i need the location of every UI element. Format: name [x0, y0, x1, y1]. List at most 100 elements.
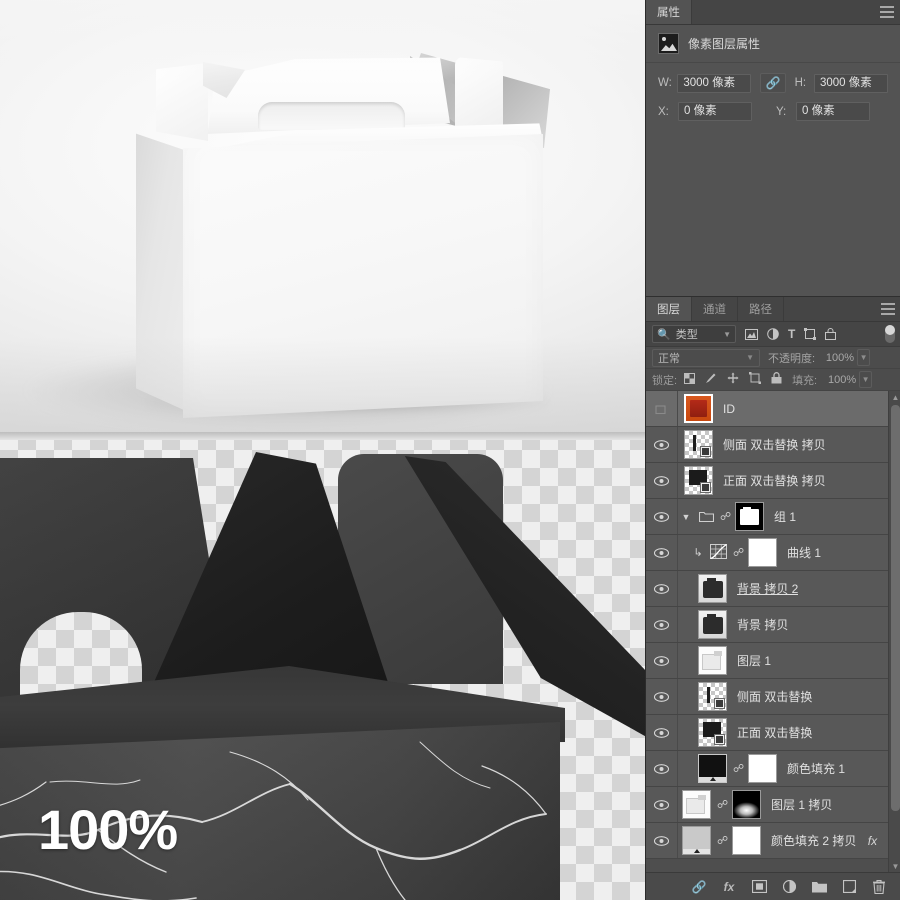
table-row[interactable]: ☍ 图层 1 拷贝: [646, 787, 900, 823]
new-layer-icon[interactable]: [841, 879, 857, 895]
blend-mode-select[interactable]: 正常 ▼: [652, 348, 760, 367]
table-row[interactable]: 正面 双击替换: [646, 715, 900, 751]
layer-name[interactable]: 正面 双击替换 拷贝: [719, 472, 826, 489]
add-layer-style-icon[interactable]: fx: [721, 879, 737, 895]
pixel-filter-icon[interactable]: [745, 328, 758, 340]
layer-visibility-toggle[interactable]: [646, 499, 678, 534]
layer-thumbnail[interactable]: [698, 610, 727, 639]
curves-adjustment-icon[interactable]: [710, 543, 727, 562]
layer-mask-thumbnail[interactable]: [748, 754, 777, 783]
x-input[interactable]: 0 像素: [678, 102, 752, 121]
shape-filter-icon[interactable]: [804, 328, 817, 340]
layer-mask-thumbnail[interactable]: [735, 502, 764, 531]
layer-fx-indicator[interactable]: fx: [868, 834, 881, 848]
link-icon[interactable]: ☍: [733, 546, 744, 559]
layer-visibility-toggle[interactable]: [646, 643, 678, 678]
layer-name[interactable]: 颜色填充 1: [783, 760, 845, 777]
layer-name[interactable]: 颜色填充 2 拷贝: [767, 832, 856, 849]
layer-visibility-toggle[interactable]: [646, 751, 678, 786]
link-icon[interactable]: 🔗: [760, 73, 786, 93]
fill-stepper-caret[interactable]: ▼: [859, 371, 873, 388]
layer-visibility-toggle[interactable]: [646, 571, 678, 606]
layer-thumbnail[interactable]: [698, 646, 727, 675]
table-row[interactable]: ID: [646, 391, 900, 427]
layer-name[interactable]: 图层 1: [733, 652, 771, 669]
fill-value[interactable]: 100%: [819, 371, 859, 388]
layer-thumbnail[interactable]: [684, 430, 713, 459]
layer-thumbnail[interactable]: [684, 394, 713, 423]
layer-visibility-toggle[interactable]: [646, 607, 678, 642]
chevron-down-icon[interactable]: ▼: [889, 860, 900, 872]
layer-thumbnail[interactable]: [684, 466, 713, 495]
layer-visibility-toggle[interactable]: [646, 535, 678, 570]
lock-artboard-nesting-icon[interactable]: [749, 372, 762, 387]
lock-image-pixels-icon[interactable]: [705, 372, 717, 387]
layer-name[interactable]: 侧面 双击替换 拷贝: [719, 436, 826, 453]
layer-name[interactable]: 背景 拷贝: [733, 616, 788, 633]
layer-thumbnail[interactable]: [698, 718, 727, 747]
table-row[interactable]: 侧面 双击替换 拷贝: [646, 427, 900, 463]
layer-list-scrollbar[interactable]: ▲ ▼: [888, 391, 900, 872]
layer-visibility-toggle[interactable]: [646, 787, 678, 822]
tab-channels[interactable]: 通道: [692, 297, 738, 321]
layer-visibility-toggle[interactable]: [646, 823, 678, 858]
layer-thumbnail[interactable]: [698, 682, 727, 711]
layer-list[interactable]: ID 侧面 双击替换 拷贝 正面 双击替换 拷贝 ▼ ☍ 组 1 ↳ ☍ 曲线 …: [646, 391, 900, 872]
table-row[interactable]: ☍ 颜色填充 2 拷贝 fx ▲: [646, 823, 900, 859]
table-row[interactable]: 背景 拷贝 2: [646, 571, 900, 607]
table-row[interactable]: 正面 双击替换 拷贝: [646, 463, 900, 499]
properties-panel-menu-icon[interactable]: [880, 6, 894, 18]
y-input[interactable]: 0 像素: [796, 102, 870, 121]
opacity-value[interactable]: 100%: [817, 349, 857, 366]
layer-thumbnail[interactable]: [698, 574, 727, 603]
layer-visibility-toggle[interactable]: [646, 715, 678, 750]
layer-visibility-toggle[interactable]: [646, 679, 678, 714]
link-layers-icon[interactable]: 🔗: [691, 879, 707, 895]
layer-name[interactable]: 图层 1 拷贝: [767, 796, 832, 813]
layer-mask-thumbnail[interactable]: [748, 538, 777, 567]
link-icon[interactable]: ☍: [717, 834, 728, 847]
delete-layer-icon[interactable]: [871, 879, 887, 895]
lock-position-icon[interactable]: [727, 372, 739, 387]
layer-visibility-toggle[interactable]: [646, 463, 678, 498]
filter-toggle-switch[interactable]: [885, 325, 895, 343]
chevron-up-icon[interactable]: ▲: [889, 391, 900, 403]
width-input[interactable]: 3000 像素: [677, 73, 752, 93]
scrollbar-thumb[interactable]: [891, 405, 900, 811]
table-row[interactable]: ☍ 颜色填充 1: [646, 751, 900, 787]
layer-visibility-toggle[interactable]: [646, 391, 678, 426]
layer-thumbnail[interactable]: [682, 790, 711, 819]
filter-type-select[interactable]: 🔍 类型 ▼: [652, 325, 736, 343]
layer-name[interactable]: 背景 拷贝 2: [733, 580, 798, 597]
tab-layers[interactable]: 图层: [646, 297, 692, 321]
adjustment-filter-icon[interactable]: [767, 328, 779, 340]
tab-properties[interactable]: 属性: [646, 0, 692, 24]
lock-transparent-pixels-icon[interactable]: [684, 372, 696, 387]
link-icon[interactable]: ☍: [720, 510, 731, 523]
layers-panel-menu-icon[interactable]: [881, 303, 895, 315]
canvas-area[interactable]: 100%: [0, 0, 645, 900]
group-disclosure-icon[interactable]: ▼: [680, 512, 692, 522]
smartobject-filter-icon[interactable]: [825, 328, 837, 340]
type-filter-icon[interactable]: T: [788, 327, 795, 341]
table-row[interactable]: 背景 拷贝: [646, 607, 900, 643]
opacity-stepper-caret[interactable]: ▼: [857, 349, 871, 366]
layer-name[interactable]: 曲线 1: [783, 544, 821, 561]
add-layer-mask-icon[interactable]: [751, 879, 767, 895]
link-icon[interactable]: ☍: [733, 762, 744, 775]
table-row[interactable]: 侧面 双击替换: [646, 679, 900, 715]
layer-visibility-toggle[interactable]: [646, 427, 678, 462]
lock-all-icon[interactable]: [771, 372, 782, 387]
table-row[interactable]: 图层 1: [646, 643, 900, 679]
layer-name[interactable]: ID: [719, 402, 735, 416]
layer-mask-thumbnail[interactable]: [732, 826, 761, 855]
tab-paths[interactable]: 路径: [738, 297, 784, 321]
link-icon[interactable]: ☍: [717, 798, 728, 811]
new-adjustment-layer-icon[interactable]: [781, 879, 797, 895]
layer-thumbnail[interactable]: [682, 826, 711, 855]
table-row[interactable]: ▼ ☍ 组 1: [646, 499, 900, 535]
layer-name[interactable]: 侧面 双击替换: [733, 688, 812, 705]
layer-name[interactable]: 组 1: [770, 508, 796, 525]
height-input[interactable]: 3000 像素: [814, 73, 888, 93]
table-row[interactable]: ↳ ☍ 曲线 1: [646, 535, 900, 571]
